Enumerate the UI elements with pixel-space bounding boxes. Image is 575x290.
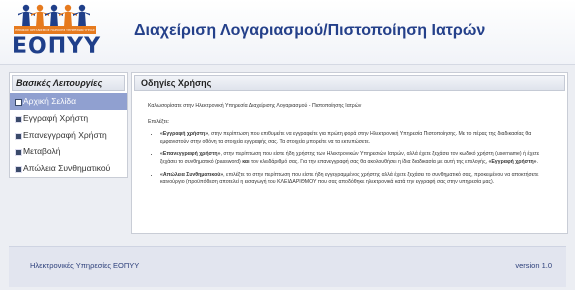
bullet-icon	[15, 166, 22, 174]
sidebar-item-label: Εγγραφή Χρήστη	[23, 112, 89, 123]
sidebar-item-label: Αρχική Σελίδα	[23, 96, 77, 106]
choose-label: Επιλέξτε:	[148, 118, 170, 125]
options-list: «Εγγραφή χρήστη», στην περίπτωση που επι…	[148, 131, 557, 187]
bullet-icon	[15, 149, 22, 157]
option-text: .	[536, 158, 539, 165]
sidebar-item-label: Μεταβολή	[23, 146, 61, 157]
figure-head	[64, 4, 72, 12]
bullet-icon	[15, 115, 22, 123]
eopyy-logo[interactable]: ΕΘΝΙΚΟΣ ΟΡΓΑΝΙΣΜΟΣ ΠΑΡΟΧΗΣ ΥΠΗΡΕΣΙΩΝ ΥΓΕ…	[8, 3, 100, 61]
option-title: «Επανεγγραφή χρήστη»	[160, 151, 221, 158]
instructions-panel: Οδηγίες Χρήσης Καλωσορίσατε στην Ηλεκτρο…	[131, 72, 568, 234]
footer-version: version 1.0	[515, 261, 552, 270]
option-text: τον κλειδάριθμό σας. Για την επανεγγραφή…	[249, 158, 489, 165]
figure-head	[78, 4, 86, 12]
sidebar-item-label: Επανεγγραφή Χρήστη	[23, 129, 107, 140]
sidebar-item-register[interactable]: Εγγραφή Χρήστη	[10, 110, 127, 127]
sidebar-item-lost-password[interactable]: Απώλεια Συνθηματικού	[10, 160, 127, 177]
list-item: «Εγγραφή χρήστη», στην περίπτωση που επι…	[160, 131, 557, 146]
list-item: «Απώλεια Συνθηματικού», επιλέξτε το στην…	[160, 172, 557, 187]
figure-head	[22, 4, 30, 12]
figure-body	[73, 11, 90, 27]
people-figures-icon	[18, 4, 90, 27]
sidebar-item-change[interactable]: Μεταβολή	[10, 143, 127, 160]
sidebar-heading: Βασικές Λειτουργίες	[12, 75, 125, 91]
logo-band: ΕΘΝΙΚΟΣ ΟΡΓΑΝΙΣΜΟΣ ΠΑΡΟΧΗΣ ΥΠΗΡΕΣΙΩΝ ΥΓΕ…	[14, 26, 96, 34]
footer-service-name: Ηλεκτρονικές Υπηρεσίες ΕΟΠΥΥ	[30, 261, 140, 270]
option-text: , στην περίπτωση που επιθυμείτε να εγγρα…	[160, 131, 532, 145]
panel-body: Καλωσορίσατε στην Ηλεκτρονική Υπηρεσία Δ…	[132, 93, 567, 187]
panel-heading: Οδηγίες Χρήσης	[134, 75, 565, 91]
welcome-text: Καλωσορίσατε στην Ηλεκτρονική Υπηρεσία Δ…	[148, 103, 362, 109]
header: ΕΘΝΙΚΟΣ ΟΡΓΑΝΙΣΜΟΣ ΠΑΡΟΧΗΣ ΥΠΗΡΕΣΙΩΝ ΥΓΕ…	[0, 0, 575, 65]
figure-head	[50, 4, 58, 12]
option-title: «Εγγραφή χρήστη»	[160, 131, 209, 138]
figure-head	[36, 4, 44, 12]
option-emphasis: και	[242, 158, 250, 165]
list-item: «Επανεγγραφή χρήστη», στην περίπτωση που…	[160, 151, 557, 166]
option-title: «Απώλεια Συνθηματικού»	[160, 171, 224, 178]
logo-text: ΕΟΠΥΥ	[12, 34, 102, 59]
sidebar: Βασικές Λειτουργίες Αρχική Σελίδα Εγγραφ…	[9, 72, 128, 178]
option-reference: «Εγγραφή χρήστη»	[488, 158, 537, 165]
sidebar-item-home[interactable]: Αρχική Σελίδα	[10, 93, 127, 110]
bullet-icon	[15, 132, 22, 140]
footer: Ηλεκτρονικές Υπηρεσίες ΕΟΠΥΥ version 1.0	[9, 246, 566, 287]
sidebar-item-label: Απώλεια Συνθηματικού	[23, 163, 111, 174]
page-title: Διαχείριση Λογαριασμού/Πιστοποίηση Ιατρώ…	[134, 22, 486, 39]
sidebar-item-reregister[interactable]: Επανεγγραφή Χρήστη	[10, 127, 127, 144]
bullet-icon	[15, 99, 22, 106]
